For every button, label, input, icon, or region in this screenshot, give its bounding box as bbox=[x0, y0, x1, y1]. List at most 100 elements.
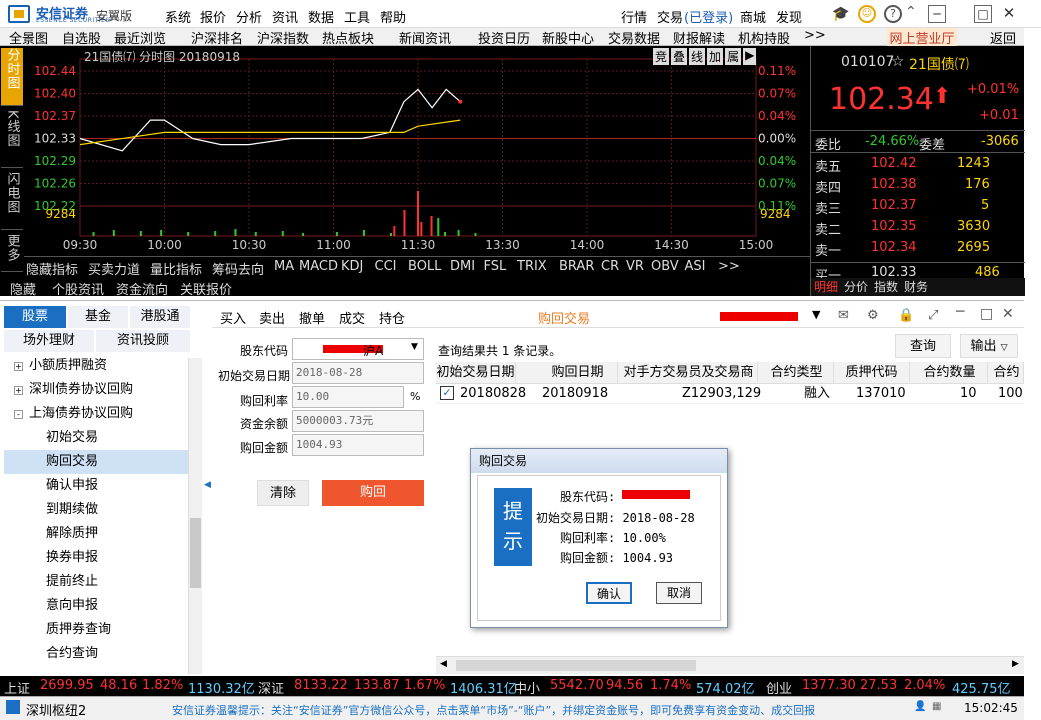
collapse-arrow-icon[interactable]: ◀ bbox=[204, 480, 211, 490]
quote-tab-finance[interactable]: 财务 bbox=[901, 278, 931, 296]
expand-node-icon[interactable]: + bbox=[14, 386, 23, 395]
tree-leaf[interactable]: 合约查询 bbox=[4, 642, 188, 666]
holder-select[interactable]: 沪A ▼ bbox=[292, 338, 424, 360]
person-icon[interactable]: 👤 bbox=[914, 701, 926, 712]
menu-trade[interactable]: 交易 bbox=[657, 7, 683, 26]
indicator-6[interactable]: KDJ bbox=[341, 259, 363, 274]
tree-node[interactable]: + 小额质押融资 bbox=[4, 354, 188, 378]
sub-tab-fund-flow[interactable]: 资金流向 bbox=[116, 279, 168, 298]
nav-hot[interactable]: 热点板块 bbox=[322, 28, 374, 47]
expand-node-icon[interactable]: + bbox=[14, 362, 23, 371]
nav-ipo[interactable]: 新股中心 bbox=[542, 28, 594, 47]
tool-add[interactable]: 加 bbox=[707, 48, 724, 65]
trade-tab-hk[interactable]: 港股通 bbox=[130, 306, 190, 328]
tree-leaf[interactable]: 意向申报 bbox=[4, 594, 188, 618]
nav-panorama[interactable]: 全景图 bbox=[9, 28, 48, 47]
nav-calendar[interactable]: 投资日历 bbox=[478, 28, 530, 47]
indicator-10[interactable]: FSL bbox=[484, 259, 507, 274]
trade-tab-stock[interactable]: 股票 bbox=[4, 306, 66, 328]
indicator-12[interactable]: BRAR bbox=[559, 259, 594, 274]
trade-tab-otc[interactable]: 场外理财 bbox=[4, 330, 94, 352]
tree-leaf[interactable]: 购回交易 bbox=[4, 450, 188, 474]
zx-label[interactable]: 中小 bbox=[514, 678, 540, 697]
close-icon[interactable]: ✕ bbox=[1000, 5, 1018, 23]
nav-ranking[interactable]: 沪深排名 bbox=[191, 28, 243, 47]
menu-mall[interactable]: 商城 bbox=[740, 7, 766, 26]
nav-index[interactable]: 沪深指数 bbox=[257, 28, 309, 47]
grid-icon[interactable]: ▦ bbox=[932, 701, 941, 712]
tree-node[interactable]: + 深圳债券协议回购 bbox=[4, 378, 188, 402]
nav-newsinfo[interactable]: 新闻资讯 bbox=[399, 28, 451, 47]
menu-tools[interactable]: 工具 bbox=[344, 7, 370, 26]
help-icon[interactable]: ? bbox=[884, 5, 902, 23]
nav-more[interactable]: >> bbox=[804, 28, 826, 43]
smiley-icon[interactable]: ☺ bbox=[858, 5, 876, 23]
trade-tab-fund[interactable]: 基金 bbox=[68, 306, 128, 328]
trade-close-icon[interactable]: ✕ bbox=[1002, 306, 1014, 322]
tool-next[interactable]: ▶ bbox=[743, 48, 757, 65]
indicator-8[interactable]: BOLL bbox=[408, 259, 441, 274]
collapse-node-icon[interactable]: - bbox=[14, 410, 23, 419]
action-buy[interactable]: 买入 bbox=[220, 308, 246, 327]
menu-help[interactable]: 帮助 bbox=[380, 7, 406, 26]
menu-data[interactable]: 数据 bbox=[308, 7, 334, 26]
indicator-0[interactable]: 隐藏指标 bbox=[26, 259, 78, 278]
rate-input[interactable]: 10.00 bbox=[292, 386, 404, 408]
col-header[interactable]: 质押代码 bbox=[834, 362, 910, 384]
tree-leaf[interactable]: 质押券查询 bbox=[4, 618, 188, 642]
online-hall-button[interactable]: 网上营业厅 bbox=[887, 28, 957, 47]
indicator-1[interactable]: 买卖力道 bbox=[88, 259, 140, 278]
sub-tab-hide[interactable]: 隐藏 bbox=[10, 279, 36, 298]
col-header[interactable]: 购回日期 bbox=[538, 362, 618, 384]
settings-icon[interactable]: ⚙ bbox=[867, 308, 879, 323]
indicator-13[interactable]: CR bbox=[601, 259, 619, 274]
cy-label[interactable]: 创业 bbox=[766, 678, 792, 697]
tree-node[interactable]: - 上海债券协议回购 bbox=[4, 402, 188, 426]
grad-cap-icon[interactable]: 🎓 bbox=[832, 6, 850, 22]
repurchase-button[interactable]: 购回 bbox=[322, 480, 424, 506]
col-header[interactable]: 合约类型 bbox=[760, 362, 834, 384]
tool-compete[interactable]: 竞 bbox=[653, 48, 670, 65]
action-cancel[interactable]: 撤单 bbox=[299, 308, 325, 327]
indicator-9[interactable]: DMI bbox=[450, 259, 475, 274]
tree-leaf[interactable]: 换券申报 bbox=[4, 546, 188, 570]
col-header[interactable]: 合约数量 bbox=[912, 362, 988, 384]
action-sell[interactable]: 卖出 bbox=[259, 308, 285, 327]
indicator-11[interactable]: TRIX bbox=[517, 259, 547, 274]
tree-leaf[interactable]: 确认申报 bbox=[4, 474, 188, 498]
intraday-chart[interactable]: 102.44 0.11% 102.40 0.07% 102.37 0.04% 102.33 0… bbox=[0, 46, 810, 256]
row-checkbox[interactable]: ✓ bbox=[440, 386, 454, 400]
tree-leaf[interactable]: 初始交易 bbox=[4, 426, 188, 450]
nav-tradedata[interactable]: 交易数据 bbox=[608, 28, 660, 47]
indicator-4[interactable]: MA bbox=[274, 259, 294, 274]
menu-discover[interactable]: 发现 bbox=[776, 7, 802, 26]
indicator-5[interactable]: MACD bbox=[299, 259, 338, 274]
nav-recent[interactable]: 最近浏览 bbox=[114, 28, 166, 47]
menu-market[interactable]: 行情 bbox=[621, 7, 647, 26]
nav-institution[interactable]: 机构持股 bbox=[738, 28, 790, 47]
mail-icon[interactable]: ✉ bbox=[838, 308, 849, 323]
quote-tab-price[interactable]: 分价 bbox=[841, 278, 871, 296]
trade-tab-advisory[interactable]: 资讯投顾 bbox=[96, 330, 190, 352]
sub-tab-stock-news[interactable]: 个股资讯 bbox=[52, 279, 104, 298]
menu-quote[interactable]: 报价 bbox=[200, 7, 226, 26]
indicator-17[interactable]: >> bbox=[718, 259, 740, 274]
quote-tab-index[interactable]: 指数 bbox=[871, 278, 901, 296]
sub-tab-related[interactable]: 关联报价 bbox=[180, 279, 232, 298]
account-dropdown-icon[interactable]: ▼ bbox=[812, 308, 820, 321]
tool-overlay[interactable]: 叠 bbox=[671, 48, 688, 65]
menu-analysis[interactable]: 分析 bbox=[236, 7, 262, 26]
back-button[interactable]: 返回 bbox=[990, 28, 1016, 47]
amount-input[interactable]: 1004.93 bbox=[292, 434, 424, 456]
sz-label[interactable]: 深证 bbox=[258, 678, 284, 697]
scroll-right-icon[interactable]: ▶ bbox=[1012, 659, 1019, 669]
init-date-input[interactable]: 2018-08-28 bbox=[292, 362, 424, 384]
server-name[interactable]: 深圳枢纽2 bbox=[26, 700, 86, 719]
quote-tab-detail[interactable]: 明细 bbox=[811, 278, 841, 296]
dialog-cancel-button[interactable]: 取消 bbox=[656, 582, 702, 604]
nav-watchlist[interactable]: 自选股 bbox=[62, 28, 101, 47]
indicator-2[interactable]: 量比指标 bbox=[150, 259, 202, 278]
indicator-14[interactable]: VR bbox=[626, 259, 644, 274]
tree-scrollbar[interactable] bbox=[188, 358, 202, 674]
sh-label[interactable]: 上证 bbox=[4, 678, 30, 697]
